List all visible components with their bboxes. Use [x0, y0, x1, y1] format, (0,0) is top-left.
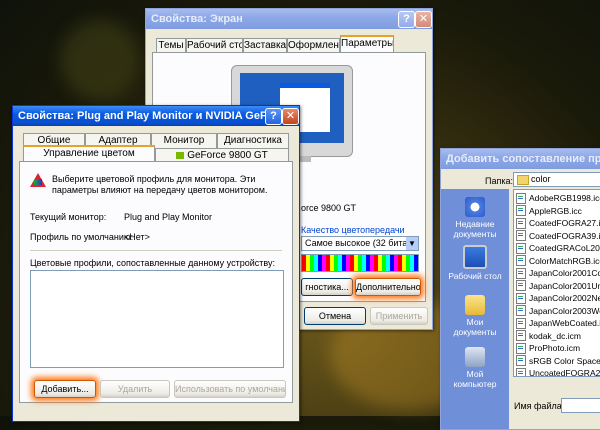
add-profile-titlebar[interactable]: Добавить сопоставление профиля [441, 149, 600, 169]
color-quality-label: Качество цветопередачи [301, 225, 405, 235]
description-text: Выберите цветовой профиль для монитора. … [52, 174, 268, 195]
folder-select[interactable]: color [513, 172, 600, 187]
color-management-panel: Выберите цветовой профиль для монитора. … [19, 161, 293, 403]
file-item[interactable]: AdobeRGB1998.icc [514, 192, 600, 205]
file-item[interactable]: kodak_dc.icm [514, 330, 600, 343]
icc-file-icon [516, 267, 526, 279]
icc-file-icon [516, 367, 526, 376]
color-quality-select[interactable]: Самое высокое (32 бита) ▼ [301, 236, 419, 251]
icc-file-icon [516, 280, 526, 292]
default-profile-label: Профиль по умолчанию: [30, 232, 134, 242]
add-button[interactable]: Добавить... [34, 380, 96, 398]
tab-desktop[interactable]: Рабочий стол [186, 38, 243, 53]
desktop-icon [463, 245, 487, 269]
icc-file-icon [516, 255, 526, 267]
file-list[interactable]: AdobeRGB1998.icc AppleRGB.icc CoatedFOGRA2… [513, 189, 600, 377]
divider [30, 250, 282, 251]
places-my-documents[interactable]: Мои документы [446, 295, 504, 337]
file-item[interactable]: UncoatedFOGRA29.ic [514, 367, 600, 376]
chevron-down-icon[interactable]: ▼ [406, 237, 418, 250]
icc-file-icon [516, 355, 526, 367]
places-my-computer[interactable]: Мой компьютер [446, 347, 504, 389]
window-title: Свойства: Экран [151, 13, 243, 25]
window-title: Добавить сопоставление профиля [446, 153, 600, 165]
file-item[interactable]: ProPhoto.icm [514, 342, 600, 355]
file-item[interactable]: CoatedFOGRA39.icc [514, 230, 600, 243]
close-button[interactable]: ✕ [282, 108, 299, 125]
icc-file-icon [516, 342, 526, 354]
file-item[interactable]: JapanColor2003Web [514, 305, 600, 318]
color-profile-icon-inner [34, 179, 42, 185]
default-profile-value: <Нет> [124, 232, 150, 242]
file-item[interactable]: JapanColor2002News [514, 292, 600, 305]
file-item[interactable]: AppleRGB.icc [514, 205, 600, 218]
file-item[interactable]: JapanColor2001Coate [514, 267, 600, 280]
tab-themes[interactable]: Темы [156, 38, 186, 53]
tab-monitor[interactable]: Монитор [151, 133, 217, 148]
recent-documents-icon [465, 197, 485, 217]
monitor-properties-window: Свойства: Plug and Play Monitor и NVIDIA… [12, 105, 300, 422]
adapter-label: orce 9800 GT [301, 203, 357, 213]
icc-file-icon [516, 230, 526, 242]
profiles-list[interactable] [30, 270, 284, 368]
tab-diagnostics[interactable]: Диагностика [217, 133, 289, 148]
cancel-button[interactable]: Отмена [304, 307, 366, 325]
display-properties-titlebar[interactable]: Свойства: Экран ? ✕ [146, 9, 432, 29]
file-item[interactable]: CoatedFOGRA27.icc [514, 217, 600, 230]
wallpaper-glow [60, 20, 140, 100]
tab-settings[interactable]: Параметры [340, 35, 394, 52]
add-profile-window: Добавить сопоставление профиля Папка: co… [440, 148, 600, 430]
icc-file-icon [516, 330, 526, 342]
file-item[interactable]: ColorMatchRGB.icc [514, 255, 600, 268]
diagnostics-button[interactable]: гностика... [301, 278, 353, 296]
filename-input[interactable] [561, 398, 600, 413]
set-default-button[interactable]: Использовать по умолчанию [174, 380, 286, 398]
close-button[interactable]: ✕ [415, 11, 432, 28]
apply-button[interactable]: Применить [370, 307, 428, 325]
my-computer-icon [465, 347, 485, 367]
icc-file-icon [516, 217, 526, 229]
tab-appearance[interactable]: Оформление [287, 38, 340, 53]
icc-file-icon [516, 205, 526, 217]
folder-icon [517, 175, 529, 185]
places-desktop[interactable]: Рабочий стол [446, 245, 504, 281]
tab-color-management[interactable]: Управление цветом [23, 145, 155, 162]
file-item[interactable]: JapanColor2001Unco [514, 280, 600, 293]
places-recent[interactable]: Недавние документы [446, 197, 504, 239]
folder-label: Папка: [485, 176, 513, 186]
current-monitor-label: Текущий монитор: [30, 212, 107, 222]
nvidia-icon [176, 151, 185, 159]
filename-label: Имя файла: [514, 401, 565, 411]
file-item[interactable]: sRGB Color Space Pro [514, 355, 600, 368]
help-button[interactable]: ? [265, 108, 282, 125]
file-item[interactable]: JapanWebCoated.icc [514, 317, 600, 330]
icc-file-icon [516, 317, 526, 329]
advanced-button[interactable]: Дополнительно [355, 278, 421, 296]
icc-file-icon [516, 242, 526, 254]
remove-button[interactable]: Удалить [100, 380, 170, 398]
current-monitor-value: Plug and Play Monitor [124, 212, 213, 222]
icc-file-icon [516, 305, 526, 317]
my-documents-icon [465, 295, 485, 315]
window-title: Свойства: Plug and Play Monitor и NVIDIA… [18, 110, 299, 122]
monitor-properties-titlebar[interactable]: Свойства: Plug and Play Monitor и NVIDIA… [13, 106, 299, 126]
icc-file-icon [516, 292, 526, 304]
tab-screensaver[interactable]: Заставка [243, 38, 287, 53]
icc-file-icon [516, 192, 526, 204]
file-item[interactable]: CoatedGRACoL2006.i [514, 242, 600, 255]
help-button[interactable]: ? [398, 11, 415, 28]
color-spectrum-bar [301, 254, 419, 272]
profiles-label: Цветовые профили, сопоставленные данному… [30, 258, 275, 268]
